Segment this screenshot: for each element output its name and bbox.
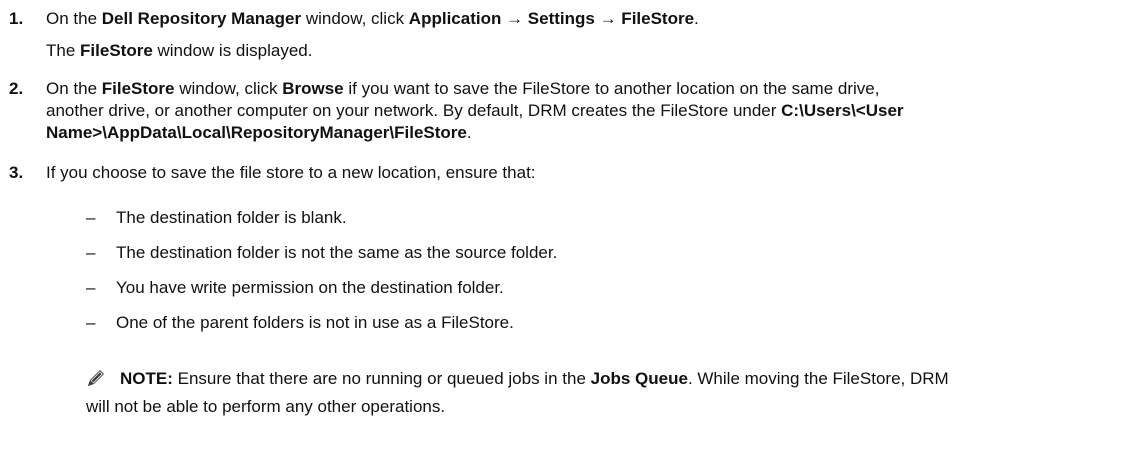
step-number: 2. (9, 79, 24, 98)
list-item: – One of the parent folders is not in use… (86, 312, 514, 334)
dash-marker: – (86, 243, 96, 262)
text: window is displayed. (152, 41, 313, 60)
list-item-text: The destination folder is not the same a… (116, 243, 558, 262)
list-item: – The destination folder is not the same … (86, 242, 557, 264)
step-number: 3. (9, 163, 24, 182)
dash-marker: – (86, 313, 96, 332)
step-line: another drive, or another computer on yo… (46, 100, 1140, 122)
list-item-text: One of the parent folders is not in use … (116, 313, 514, 332)
text: . While moving the FileStore, DRM (687, 369, 949, 388)
window-name: Dell Repository Manager (101, 9, 302, 28)
path: C:\Users\<User (781, 101, 904, 120)
dash-marker: – (86, 208, 96, 227)
window-name: FileStore (101, 79, 175, 98)
step-number: 1. (9, 9, 24, 28)
text: If you choose to save the file store to … (46, 163, 536, 182)
note-text: NOTE: Ensure that there are no running o… (120, 368, 1140, 390)
text: window, click (301, 9, 409, 28)
text: On the (46, 9, 102, 28)
text: if you want to save the FileStore to ano… (343, 79, 880, 98)
window-name: FileStore (80, 41, 153, 60)
text: The (46, 41, 81, 60)
list-item: – You have write permission on the destin… (86, 277, 504, 299)
dash-marker: – (86, 278, 96, 297)
text: . (694, 9, 699, 28)
step-line: On the FileStore window, click Browse if… (46, 78, 1140, 100)
text: another drive, or another computer on yo… (46, 101, 782, 120)
note-line: will not be able to perform any other op… (86, 397, 446, 416)
text: Ensure that there are no running or queu… (172, 369, 591, 388)
step-text: On the Dell Repository Manager window, c… (46, 8, 1140, 30)
document-page: 1. On the Dell Repository Manager window… (0, 0, 1146, 453)
text: . (466, 123, 472, 142)
menu-path: Application → Settings → FileStore (408, 9, 695, 28)
path: Name>\AppData\Local\RepositoryManager\Fi… (46, 123, 467, 142)
step-1-result: The FileStore window is displayed. (46, 40, 312, 62)
step-text: On the FileStore window, click Browse if… (46, 78, 1140, 144)
button-name: Browse (282, 79, 344, 98)
list-item: – The destination folder is blank. (86, 207, 347, 229)
note-line: NOTE: Ensure that there are no running o… (120, 368, 1140, 390)
pencil-note-icon (86, 368, 106, 388)
step-line: Name>\AppData\Local\RepositoryManager\Fi… (46, 122, 1140, 144)
step-text: If you choose to save the file store to … (46, 162, 1140, 184)
note-label: NOTE: (120, 369, 173, 388)
queue-name: Jobs Queue (590, 369, 688, 388)
text: On the (46, 79, 102, 98)
list-item-text: You have write permission on the destina… (116, 278, 504, 297)
list-item-text: The destination folder is blank. (116, 208, 347, 227)
text: window, click (174, 79, 283, 98)
